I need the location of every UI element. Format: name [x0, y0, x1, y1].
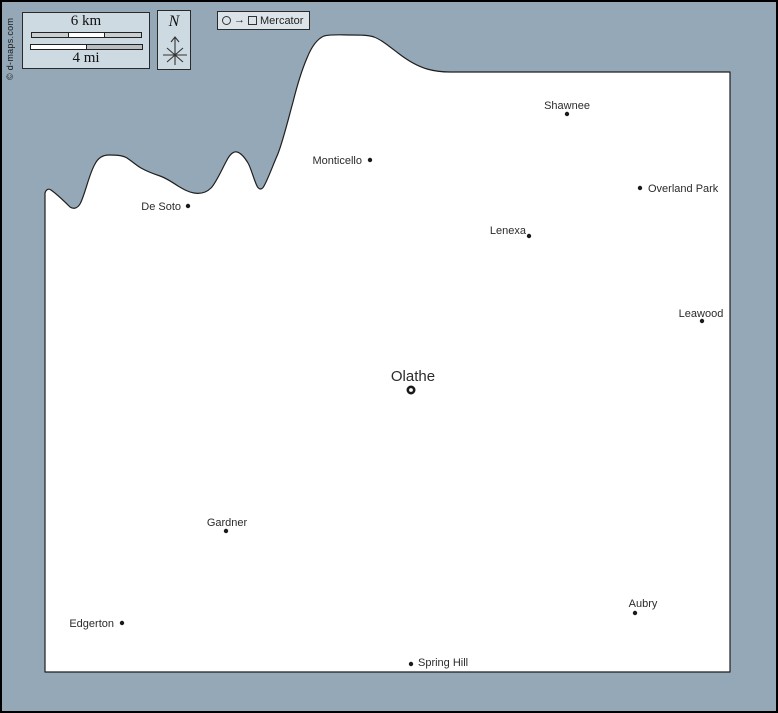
city-dot [368, 158, 372, 162]
map-viewport: Shawnee Monticello Overland Park De Soto Len… [0, 0, 778, 713]
projection-square-icon [248, 16, 257, 25]
north-label: N [158, 13, 190, 31]
city-dot [527, 234, 531, 238]
globe-circle-icon [222, 16, 231, 25]
city-label: Leawood [679, 308, 724, 320]
scale-segment [68, 32, 106, 38]
city-dot [120, 621, 124, 625]
city-dot [186, 204, 190, 208]
city-dot [638, 186, 642, 190]
scale-km-label: 6 km [23, 13, 149, 30]
city-dot [565, 112, 569, 116]
scale-segment [104, 32, 142, 38]
projection-label: Mercator [260, 15, 303, 27]
city-label: Lenexa [490, 225, 527, 237]
city-label: Olathe [391, 368, 435, 385]
city-dot [224, 529, 228, 533]
copyright-credit: © d-maps.com [5, 18, 15, 80]
scale-bar-panel: 6 km 4 mi [22, 12, 150, 69]
city-label: De Soto [141, 201, 181, 213]
city-label: Aubry [629, 598, 658, 610]
county-map-canvas: Shawnee Monticello Overland Park De Soto Len… [2, 2, 778, 713]
city-label: Edgerton [69, 618, 114, 630]
scale-segment [31, 32, 69, 38]
city-label: Monticello [312, 155, 362, 167]
projection-panel: → Mercator [217, 11, 310, 30]
county-seat-marker [408, 387, 414, 393]
north-arrow-panel: N [157, 10, 191, 70]
county-boundary-shape [45, 35, 730, 672]
scale-mi-label: 4 mi [23, 50, 149, 67]
arrow-right-icon: → [234, 16, 245, 25]
city-label: Spring Hill [418, 657, 468, 669]
compass-arrow-icon [158, 31, 192, 69]
city-label: Shawnee [544, 100, 590, 112]
scale-bar-km [31, 32, 142, 38]
city-label: Gardner [207, 517, 248, 529]
city-dot [409, 662, 413, 666]
city-label: Overland Park [648, 183, 719, 195]
city-dot [633, 611, 637, 615]
